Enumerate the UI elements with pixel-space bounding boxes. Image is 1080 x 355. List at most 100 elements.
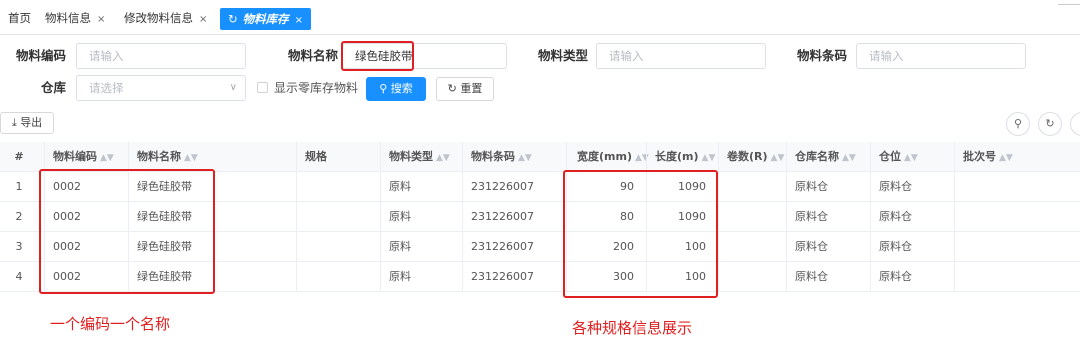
header-label: 宽度(mm): [577, 150, 632, 163]
column-header-batch[interactable]: 批次号 ▲▼: [954, 142, 1080, 172]
cell-index: 1: [15, 180, 23, 193]
cell-type: 原料: [380, 202, 462, 232]
cell-type: 原料: [380, 172, 462, 202]
tab-material-info[interactable]: 物料信息 ×: [45, 7, 105, 29]
refresh-icon: ↻: [447, 82, 457, 95]
close-icon[interactable]: ×: [97, 14, 105, 25]
cell-location: 原料仓: [870, 262, 954, 292]
material-type-input[interactable]: 请输入: [596, 43, 766, 69]
column-header-width[interactable]: 宽度(mm) ▲▼: [566, 142, 649, 172]
chevron-down-icon: ∨: [229, 82, 237, 93]
highlight-box-specs: [563, 170, 718, 298]
header-label: 批次号: [963, 150, 996, 163]
show-zero-stock-label[interactable]: 显示零库存物料: [274, 78, 358, 98]
sort-icon[interactable]: ▲▼: [842, 153, 856, 163]
column-header-type[interactable]: 物料类型 ▲▼: [380, 142, 462, 172]
search-icon: ⚲: [379, 82, 388, 95]
cell-location: 原料仓: [870, 232, 954, 262]
tab-label: 物料信息: [45, 11, 91, 25]
column-header-length[interactable]: 长度(m) ▲▼: [646, 142, 718, 172]
sort-icon[interactable]: ▲▼: [904, 153, 918, 163]
cell-warehouse: 原料仓: [786, 172, 870, 202]
cell-batch: [954, 202, 1080, 232]
export-button-label: 导出: [20, 116, 43, 129]
header-label: 长度(m): [655, 150, 699, 163]
cell-spec: [296, 262, 380, 292]
cell-rolls: [718, 172, 786, 202]
cell-rolls: [718, 202, 786, 232]
refresh-icon: ↻: [228, 12, 238, 26]
columns-icon[interactable]: [1070, 112, 1080, 136]
search-button-label: 搜索: [390, 82, 413, 95]
annotation-left: 一个编码一个名称: [50, 315, 171, 333]
column-header-spec: 规格: [296, 142, 380, 172]
export-button[interactable]: ⤓ 导出: [0, 112, 54, 134]
cell-location: 原料仓: [870, 202, 954, 232]
cell-barcode: 231226007: [462, 172, 566, 202]
reset-button[interactable]: ↻ 重置: [436, 77, 494, 101]
refresh-icon[interactable]: ↻: [1038, 112, 1062, 136]
column-header-index: #: [14, 150, 24, 163]
cell-index: 2: [15, 210, 23, 223]
close-icon[interactable]: ×: [199, 14, 207, 25]
cell-batch: [954, 232, 1080, 262]
material-code-input[interactable]: 请输入: [76, 43, 246, 69]
table-header: # 物料编码 ▲▼ 物料名称 ▲▼ 规格 物料类型 ▲▼ 物料条码 ▲▼ 宽度(mm) ▲…: [0, 142, 1080, 172]
cell-rolls: [718, 262, 786, 292]
cell-spec: [296, 202, 380, 232]
header-label: 规格: [305, 150, 327, 163]
search-toggle-icon[interactable]: ⚲: [1006, 112, 1030, 136]
material-barcode-label: 物料条码: [796, 48, 847, 63]
cell-warehouse: 原料仓: [786, 232, 870, 262]
divider: [1058, 4, 1080, 5]
header-label: 物料类型: [389, 150, 433, 163]
cell-type: 原料: [380, 232, 462, 262]
tab-home[interactable]: 首页: [8, 7, 31, 29]
placeholder: 请输入: [609, 49, 644, 63]
tab-edit-material-info[interactable]: 修改物料信息 ×: [124, 7, 207, 29]
material-code-label: 物料编码: [15, 48, 66, 63]
material-type-label: 物料类型: [537, 48, 588, 63]
warehouse-select[interactable]: 请选择 ∨: [76, 75, 246, 101]
sort-icon[interactable]: ▲▼: [100, 153, 114, 163]
material-barcode-input[interactable]: 请输入: [856, 43, 1026, 69]
sort-icon[interactable]: ▲▼: [702, 153, 716, 163]
placeholder: 请选择: [89, 81, 124, 95]
cell-warehouse: 原料仓: [786, 202, 870, 232]
cell-barcode: 231226007: [462, 202, 566, 232]
cell-barcode: 231226007: [462, 232, 566, 262]
column-header-name[interactable]: 物料名称 ▲▼: [128, 142, 296, 172]
show-zero-stock-checkbox[interactable]: [257, 82, 268, 93]
tab-label: 物料库存: [242, 12, 289, 26]
header-label: 仓库名称: [795, 150, 839, 163]
tab-label: 首页: [8, 11, 31, 25]
cell-location: 原料仓: [870, 172, 954, 202]
tab-material-stock[interactable]: ↻ 物料库存 ×: [220, 8, 312, 30]
column-header-barcode[interactable]: 物料条码 ▲▼: [462, 142, 566, 172]
sort-icon[interactable]: ▲▼: [518, 153, 532, 163]
annotation-right: 各种规格信息展示: [572, 319, 693, 337]
cell-barcode: 231226007: [462, 262, 566, 292]
header-label: 仓位: [879, 150, 901, 163]
placeholder: 请输入: [869, 49, 904, 63]
sort-icon[interactable]: ▲▼: [771, 153, 785, 163]
download-icon: ⤓: [11, 116, 17, 129]
header-label: 物料条码: [471, 150, 515, 163]
search-button[interactable]: ⚲ 搜索: [366, 77, 426, 101]
column-header-code[interactable]: 物料编码 ▲▼: [44, 142, 128, 172]
cell-index: 3: [15, 240, 23, 253]
sort-icon[interactable]: ▲▼: [184, 153, 198, 163]
cell-type: 原料: [380, 262, 462, 292]
header-label: 物料名称: [137, 150, 181, 163]
highlight-box: [341, 41, 414, 71]
reset-button-label: 重置: [460, 82, 483, 95]
header-label: 卷数(R): [727, 150, 768, 163]
column-header-warehouse[interactable]: 仓库名称 ▲▼: [786, 142, 870, 172]
tab-bar: 首页 物料信息 × 修改物料信息 × ↻ 物料库存 ×: [0, 0, 1080, 35]
close-icon[interactable]: ×: [295, 15, 303, 26]
column-header-rolls[interactable]: 卷数(R) ▲▼: [718, 142, 786, 172]
sort-icon[interactable]: ▲▼: [999, 153, 1013, 163]
sort-icon[interactable]: ▲▼: [436, 153, 450, 163]
placeholder: 请输入: [89, 49, 124, 63]
column-header-location[interactable]: 仓位 ▲▼: [870, 142, 954, 172]
